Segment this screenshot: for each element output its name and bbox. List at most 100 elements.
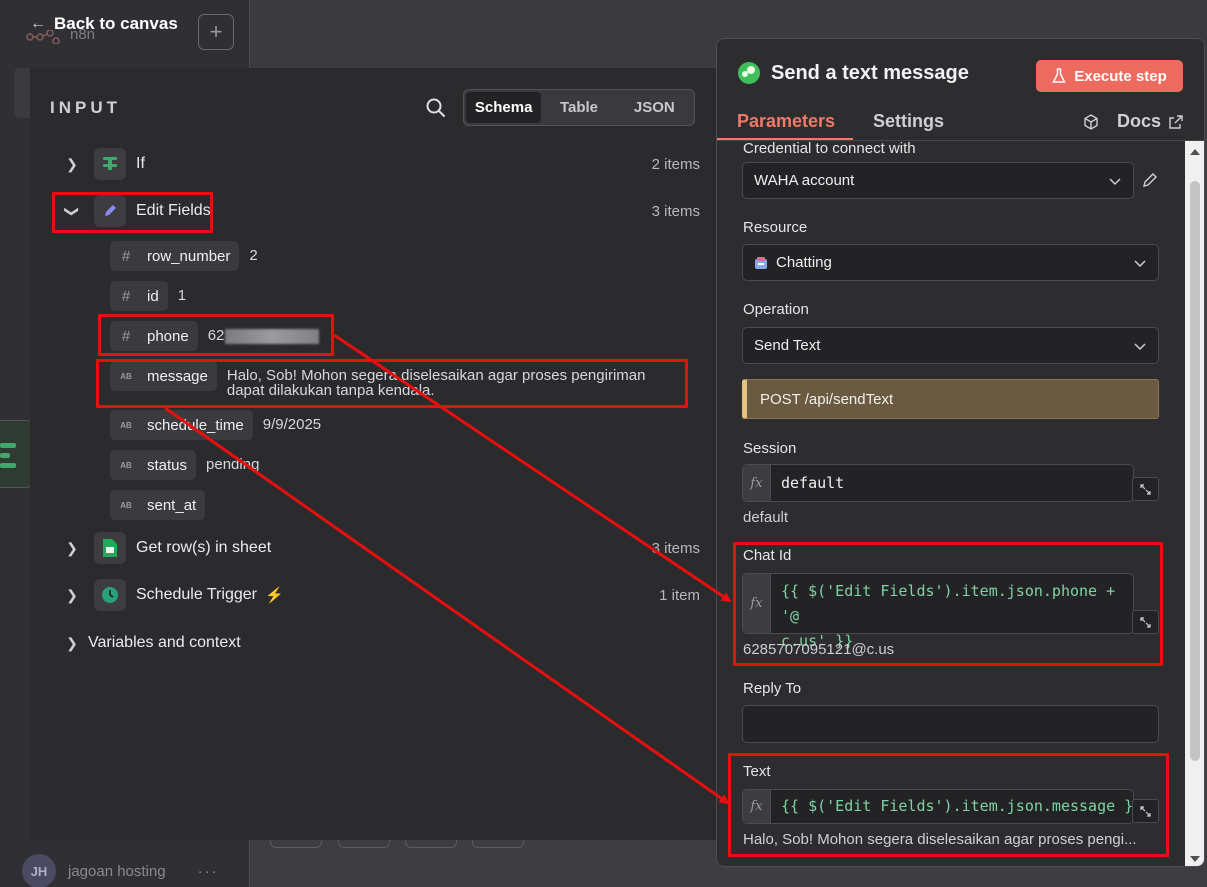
if-node-icon bbox=[94, 148, 126, 180]
highlight-message-field bbox=[96, 359, 688, 408]
tab-settings[interactable]: Settings bbox=[873, 111, 944, 132]
chevron-right-icon[interactable]: ❯ bbox=[60, 587, 84, 604]
resource-select[interactable]: Chatting bbox=[742, 244, 1159, 281]
field-value: 1 bbox=[177, 287, 187, 304]
panel-scrollbar[interactable] bbox=[1185, 141, 1204, 866]
input-panel: INPUT Schema Table JSON ❯ If 2 items ❯ E… bbox=[30, 68, 720, 840]
chevron-right-icon[interactable]: ❯ bbox=[60, 635, 84, 652]
item-count: 3 items bbox=[651, 539, 700, 557]
avatar: JH bbox=[22, 854, 56, 887]
operation-select[interactable]: Send Text bbox=[742, 327, 1159, 364]
session-value: default bbox=[781, 473, 845, 492]
highlight-text bbox=[728, 753, 1169, 857]
chevron-down-icon bbox=[1134, 342, 1146, 350]
cube-icon bbox=[1084, 113, 1098, 130]
node-row-get-rows[interactable]: ❯ Get row(s) in sheet 3 items bbox=[60, 531, 700, 565]
operation-label: Operation bbox=[743, 301, 809, 318]
node-row-if[interactable]: ❯ If 2 items bbox=[60, 147, 700, 181]
open-expression-button[interactable] bbox=[1132, 477, 1159, 501]
scrollbar-thumb[interactable] bbox=[1190, 181, 1200, 761]
number-type-icon: # bbox=[121, 287, 131, 305]
flask-icon bbox=[1052, 68, 1066, 83]
external-link-icon bbox=[1169, 114, 1183, 129]
plus-icon: + bbox=[209, 19, 223, 44]
node-label: Schedule Trigger bbox=[136, 586, 257, 603]
node-label: Get row(s) in sheet bbox=[136, 539, 272, 556]
field-value: pending bbox=[206, 456, 260, 473]
resource-label: Resource bbox=[743, 219, 808, 236]
execute-step-label: Execute step bbox=[1074, 67, 1167, 85]
add-button[interactable]: + bbox=[198, 14, 234, 50]
session-label: Session bbox=[743, 440, 797, 457]
schema-field-sent-at[interactable]: AB sent_at bbox=[110, 490, 206, 520]
string-type-icon: AB bbox=[120, 420, 132, 430]
field-name: row_number bbox=[147, 247, 231, 265]
field-value: 9/9/2025 bbox=[262, 416, 322, 433]
session-result: default bbox=[743, 509, 789, 526]
tab-schema[interactable]: Schema bbox=[466, 92, 542, 123]
node-label: Variables and context bbox=[88, 634, 241, 651]
resource-value: Chatting bbox=[776, 254, 832, 271]
item-count: 3 items bbox=[651, 202, 700, 220]
node-parameters-panel: Send a text message Execute step Paramet… bbox=[716, 38, 1205, 867]
node-title[interactable]: Send a text message bbox=[771, 62, 969, 85]
schema-field-status[interactable]: AB status pending bbox=[110, 450, 259, 480]
trigger-bolt-icon: ⚡ bbox=[264, 587, 284, 604]
string-type-icon: AB bbox=[120, 460, 132, 470]
scroll-up-icon[interactable] bbox=[1189, 147, 1201, 157]
execute-step-button[interactable]: Execute step bbox=[1036, 60, 1183, 92]
clock-icon bbox=[94, 579, 126, 611]
input-panel-title: INPUT bbox=[50, 98, 121, 117]
user-name: jagoan hosting bbox=[68, 862, 166, 880]
waha-node-icon bbox=[738, 62, 760, 84]
arrow-left-icon: ← bbox=[30, 15, 46, 32]
fx-icon: fx bbox=[743, 465, 771, 501]
expand-icon bbox=[1140, 483, 1151, 495]
if-node-icon bbox=[0, 443, 16, 468]
item-count: 2 items bbox=[651, 155, 700, 173]
highlight-edit-fields bbox=[52, 192, 213, 233]
reply-to-input[interactable] bbox=[742, 705, 1159, 743]
chevron-down-icon bbox=[1109, 177, 1121, 185]
field-value: 2 bbox=[249, 247, 258, 264]
user-menu[interactable]: JH jagoan hosting ··· bbox=[22, 854, 219, 887]
search-icon[interactable] bbox=[424, 96, 448, 120]
node-row-schedule-trigger[interactable]: ❯ Schedule Trigger ⚡ 1 item bbox=[60, 578, 700, 612]
highlight-phone-field bbox=[98, 314, 334, 356]
schema-field-id[interactable]: # id 1 bbox=[110, 281, 186, 311]
more-icon[interactable]: ··· bbox=[198, 863, 219, 880]
sheets-icon bbox=[94, 532, 126, 564]
highlight-chat-id bbox=[733, 542, 1163, 666]
tab-table[interactable]: Table bbox=[541, 92, 616, 123]
session-input[interactable]: fx default bbox=[742, 464, 1134, 502]
schema-field-schedule-time[interactable]: AB schedule_time 9/9/2025 bbox=[110, 410, 321, 440]
chevron-right-icon[interactable]: ❯ bbox=[60, 156, 84, 173]
field-name: sent_at bbox=[147, 496, 197, 514]
schema-field-row-number[interactable]: # row_number 2 bbox=[110, 241, 258, 271]
back-to-canvas-label: Back to canvas bbox=[54, 14, 178, 33]
credential-select[interactable]: WAHA account bbox=[742, 162, 1134, 199]
field-name: schedule_time bbox=[147, 416, 244, 434]
view-mode-switcher: Schema Table JSON bbox=[463, 89, 695, 126]
endpoint-notice: POST /api/sendText bbox=[742, 379, 1159, 419]
node-label: If bbox=[136, 155, 145, 172]
item-count: 1 item bbox=[659, 586, 700, 604]
chevron-right-icon[interactable]: ❯ bbox=[60, 540, 84, 557]
canvas-node-if[interactable] bbox=[0, 420, 34, 488]
edit-credential-icon[interactable] bbox=[1141, 171, 1159, 189]
credential-value: WAHA account bbox=[754, 172, 855, 189]
tab-parameters[interactable]: Parameters bbox=[737, 111, 835, 132]
chat-icon bbox=[755, 256, 767, 269]
field-name: id bbox=[147, 287, 159, 305]
string-type-icon: AB bbox=[120, 500, 132, 510]
chevron-down-icon bbox=[1134, 259, 1146, 267]
node-row-variables[interactable]: ❯ Variables and context bbox=[60, 626, 700, 660]
tab-json[interactable]: JSON bbox=[617, 92, 692, 123]
number-type-icon: # bbox=[121, 247, 131, 265]
reply-to-label: Reply To bbox=[743, 680, 802, 697]
docs-label: Docs bbox=[1117, 111, 1162, 131]
docs-link[interactable]: Docs bbox=[1083, 111, 1183, 132]
operation-value: Send Text bbox=[754, 337, 821, 354]
back-to-canvas-button[interactable]: ← Back to canvas bbox=[30, 14, 178, 34]
scroll-down-icon[interactable] bbox=[1189, 854, 1201, 864]
